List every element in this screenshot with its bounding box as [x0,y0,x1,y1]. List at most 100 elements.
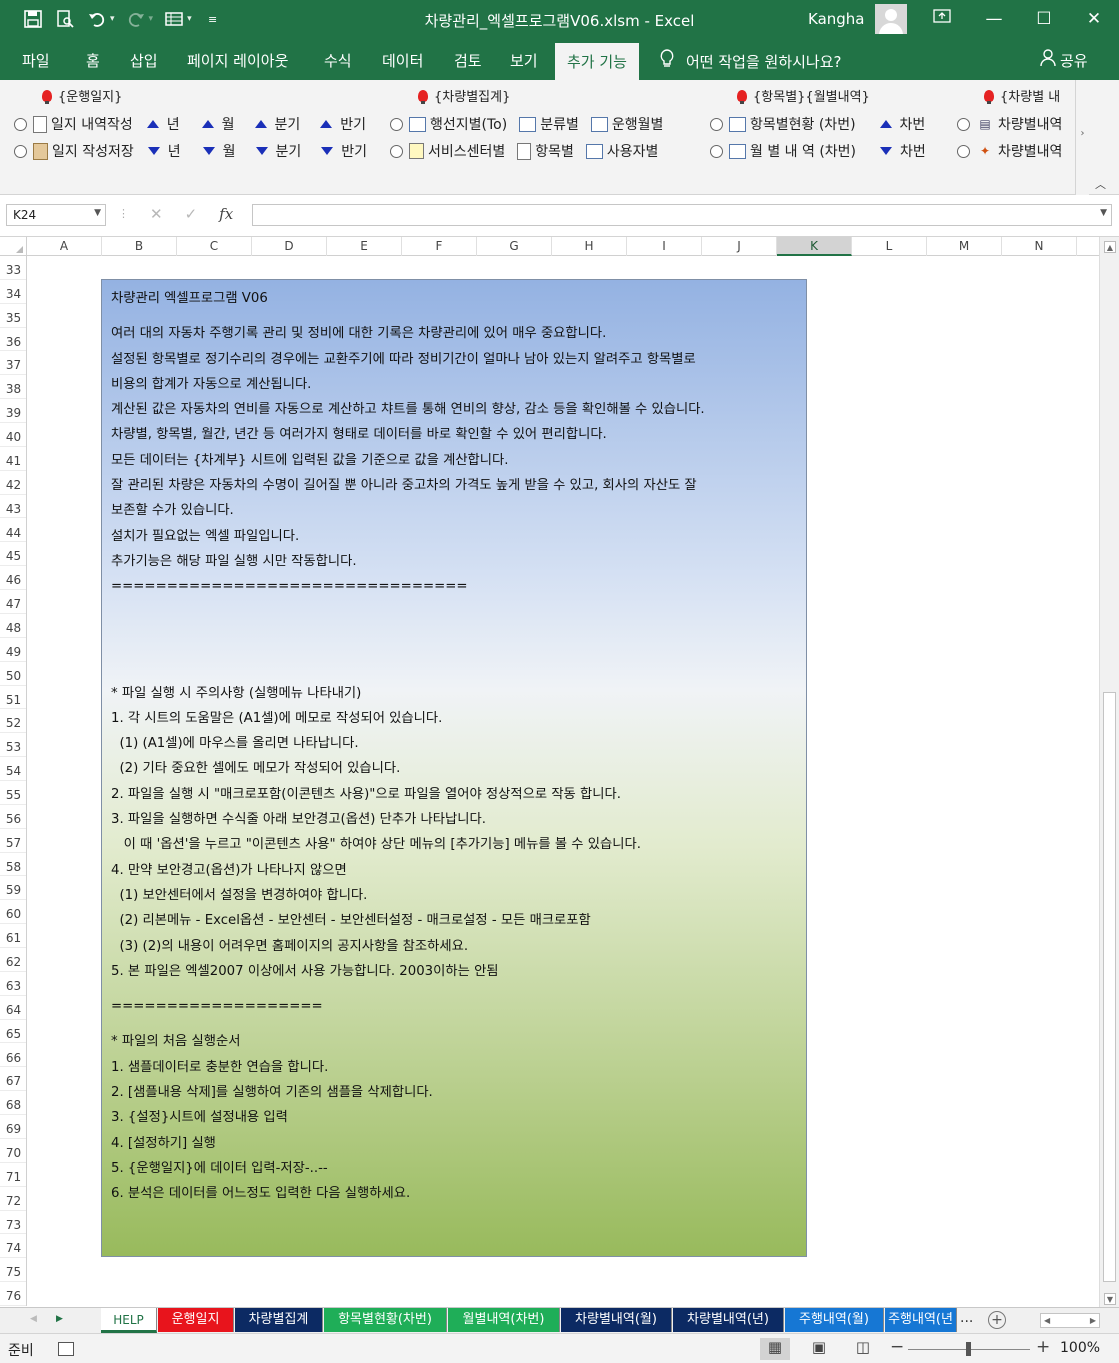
row-header[interactable]: 45 [0,542,26,567]
arrow-down-icon[interactable] [880,147,893,155]
vertical-scrollbar[interactable]: ▲ ▼ [1099,237,1119,1307]
row-header[interactable]: 72 [0,1187,26,1211]
zoom-out-icon[interactable]: − [890,1337,904,1357]
row-header[interactable]: 47 [0,590,26,614]
row-header[interactable]: 39 [0,399,26,424]
scroll-thumb[interactable] [1103,692,1116,1282]
share-button[interactable]: 공유 [1040,49,1088,71]
row-header[interactable]: 67 [0,1067,26,1092]
row-header[interactable]: 36 [0,328,26,352]
minimize-icon[interactable]: — [980,6,1008,32]
tab-insert[interactable]: 삽입 [130,50,158,71]
row-header[interactable]: 37 [0,351,26,376]
row-header[interactable]: 60 [0,900,26,925]
row-header[interactable]: 40 [0,423,26,447]
arrow-down-icon[interactable] [147,147,160,155]
tab-data[interactable]: 데이터 [382,50,423,71]
radio-button[interactable] [710,117,723,131]
row-header[interactable]: 53 [0,733,26,758]
avatar[interactable] [875,4,907,34]
tab-page-layout[interactable]: 페이지 레이아웃 [187,50,288,71]
year-down-button[interactable]: 년 [168,141,181,161]
row-header[interactable]: 59 [0,876,26,901]
close-icon[interactable]: ✕ [1080,6,1108,32]
tab-view[interactable]: 보기 [510,50,538,71]
scroll-right-icon[interactable]: ▶ [1090,1316,1096,1325]
user-name[interactable]: Kangha [808,10,865,28]
column-header[interactable]: J [702,237,777,256]
formula-input[interactable]: ▼ [252,204,1112,226]
row-header[interactable]: 71 [0,1163,26,1187]
row-header[interactable]: 44 [0,519,26,543]
year-up-button[interactable]: 년 [167,114,180,134]
sheet-tab[interactable]: 운행일지 [158,1308,234,1332]
scroll-left-icon[interactable]: ◀ [1044,1316,1050,1325]
arrow-up-icon[interactable] [879,120,892,128]
radio-button[interactable] [957,144,970,158]
vehicle-detail-button-2[interactable]: 차량별내역 [998,141,1062,161]
column-header[interactable]: I [627,237,702,256]
radio-button[interactable] [14,144,27,158]
name-box[interactable]: K24 ▼ [6,204,106,226]
redo-icon[interactable] [125,8,147,30]
row-header[interactable]: 76 [0,1282,26,1306]
row-header[interactable]: 51 [0,686,26,710]
monthly-detail-button[interactable]: 월 별 내 역 (차번) [750,141,856,161]
print-preview-icon[interactable] [54,8,76,30]
quarter-up-button[interactable]: 분기 [275,114,301,134]
zoom-in-icon[interactable]: + [1036,1337,1050,1357]
prev-sheet-icon[interactable]: ◀ [30,1314,37,1324]
row-header[interactable]: 58 [0,853,26,877]
quarter-down-button[interactable]: 분기 [276,141,302,161]
arrow-down-icon[interactable] [202,147,215,155]
row-header[interactable]: 33 [0,256,26,280]
arrow-down-icon[interactable] [255,147,268,155]
arrow-up-icon[interactable] [320,120,333,128]
month-down-button[interactable]: 월 [223,141,236,161]
row-header[interactable]: 43 [0,495,26,519]
row-header[interactable]: 50 [0,662,26,686]
row-header[interactable]: 73 [0,1211,26,1235]
sheet-tab[interactable]: 주행내역(년 [885,1308,957,1332]
row-header[interactable]: 48 [0,614,26,638]
row-header[interactable]: 74 [0,1234,26,1259]
row-header[interactable]: 35 [0,304,26,328]
redo-dropdown-icon[interactable]: ▾ [149,14,154,24]
month-up-button[interactable]: 월 [222,114,235,134]
row-header[interactable]: 49 [0,638,26,662]
help-text-box[interactable]: 차량관리 엑셀프로그램 V06 여러 대의 자동차 주행기록 관리 및 정비에 … [101,279,807,1257]
sheet-tab[interactable]: 차량별집계 [235,1308,323,1332]
row-header[interactable]: 56 [0,805,26,829]
row-header[interactable]: 42 [0,471,26,495]
tab-add-ins[interactable]: 추가 기능 [555,43,639,80]
row-header[interactable]: 46 [0,566,26,591]
tab-review[interactable]: 검토 [454,50,482,71]
row-header[interactable]: 34 [0,280,26,304]
column-header[interactable]: C [177,237,252,256]
undo-icon[interactable] [86,8,108,30]
column-header[interactable]: K [777,237,852,256]
page-break-view-icon[interactable]: ◫ [848,1338,878,1360]
tab-formulas[interactable]: 수식 [324,50,352,71]
column-header[interactable]: L [852,237,927,256]
row-header[interactable]: 38 [0,375,26,400]
horizontal-scrollbar[interactable]: ◀ ▶ [1040,1313,1100,1328]
form-icon[interactable] [163,8,185,30]
column-header[interactable]: N [1002,237,1077,256]
column-header[interactable]: D [252,237,327,256]
row-header[interactable]: 57 [0,829,26,853]
radio-button[interactable] [957,117,970,131]
sheet-tab[interactable]: 월별내역(차번) [448,1308,560,1332]
sheet-tab[interactable]: 항목별현황(차번) [324,1308,447,1332]
customize-icon[interactable]: ≡ [202,8,224,30]
form-dropdown-icon[interactable]: ▾ [187,14,192,24]
by-item-button[interactable]: 항목별 [535,141,574,161]
radio-button[interactable] [14,117,27,131]
column-header[interactable]: G [477,237,552,256]
vehicle-detail-button-1[interactable]: 차량별내역 [998,114,1062,134]
by-user-button[interactable]: 사용자별 [607,141,659,161]
column-header[interactable]: E [327,237,402,256]
zoom-level[interactable]: 100% [1060,1340,1100,1356]
sheet-tab[interactable]: 차량별내역(월) [561,1308,672,1332]
enter-icon[interactable]: ✓ [185,205,198,223]
